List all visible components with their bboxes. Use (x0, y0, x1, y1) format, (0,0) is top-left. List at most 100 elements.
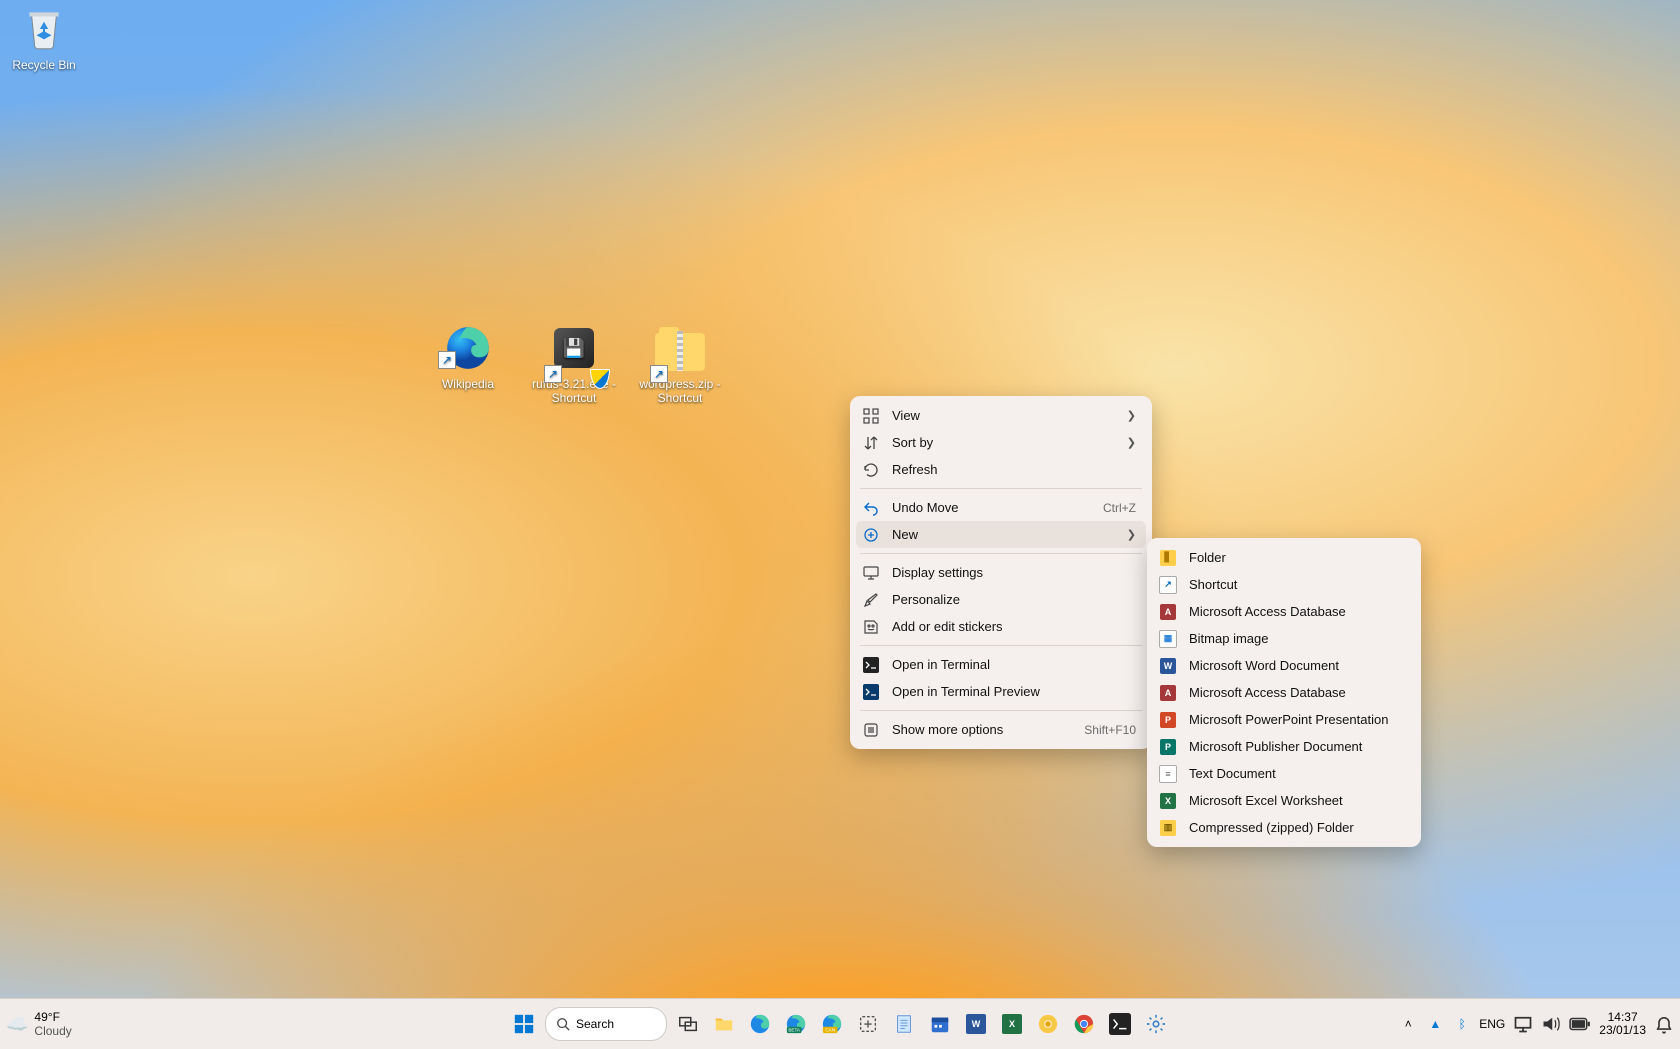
chrome-canary-icon (1037, 1013, 1059, 1035)
submenu-item-folder[interactable]: ▋ Folder (1153, 544, 1415, 571)
tray-notifications[interactable] (1654, 1009, 1674, 1039)
access-icon: A (1159, 684, 1177, 702)
weather-icon: ☁️ (6, 1014, 28, 1035)
refresh-icon (862, 461, 880, 479)
taskbar-task-view[interactable] (673, 1009, 703, 1039)
tray-onedrive[interactable]: ▲ (1425, 1009, 1445, 1039)
submenu-item-shortcut[interactable]: ↗ Shortcut (1153, 571, 1415, 598)
submenu-item-excel[interactable]: X Microsoft Excel Worksheet (1153, 787, 1415, 814)
desktop-icon-wikipedia[interactable]: ↗ Wikipedia (424, 323, 512, 391)
sort-icon (862, 434, 880, 452)
zip-icon: ▥ (1159, 819, 1177, 837)
folder-icon: ▋ (1159, 549, 1177, 567)
submenu-item-powerpoint[interactable]: P Microsoft PowerPoint Presentation (1153, 706, 1415, 733)
powerpoint-icon: P (1159, 711, 1177, 729)
tray-battery[interactable] (1569, 1009, 1591, 1039)
submenu-item-publisher[interactable]: P Microsoft Publisher Document (1153, 733, 1415, 760)
submenu-item-access-db-2[interactable]: A Microsoft Access Database (1153, 679, 1415, 706)
taskbar-calendar[interactable] (925, 1009, 955, 1039)
desktop[interactable]: Recycle Bin ↗ Wikipedia 💾 ↗ rufus-3.21.e… (0, 0, 1680, 1049)
menu-item-personalize[interactable]: Personalize (856, 586, 1146, 613)
shortcut-icon: ↗ (1159, 576, 1177, 594)
chevron-up-icon: ˄ (1405, 1017, 1412, 1031)
menu-item-open-terminal[interactable]: Open in Terminal (856, 651, 1146, 678)
chrome-icon (1073, 1013, 1095, 1035)
menu-item-show-more-options[interactable]: Show more options Shift+F10 (856, 716, 1146, 743)
taskbar-edge-canary[interactable]: CAN (817, 1009, 847, 1039)
desktop-icon-recycle-bin[interactable]: Recycle Bin (0, 4, 88, 72)
tray-clock[interactable]: 14:37 23/01/13 (1599, 1011, 1646, 1037)
taskbar-terminal[interactable] (1105, 1009, 1135, 1039)
snip-icon (857, 1013, 879, 1035)
menu-item-open-terminal-preview[interactable]: Open in Terminal Preview (856, 678, 1146, 705)
search-label: Search (576, 1017, 614, 1031)
notepad-icon (893, 1013, 915, 1035)
excel-icon: X (1002, 1014, 1022, 1034)
taskbar-snipping-tool[interactable] (853, 1009, 883, 1039)
submenu-item-word[interactable]: W Microsoft Word Document (1153, 652, 1415, 679)
shortcut-arrow-icon: ↗ (650, 365, 668, 383)
recycle-bin-icon (19, 4, 69, 54)
desktop-icon-label: Recycle Bin (0, 58, 88, 72)
svg-text:CAN: CAN (825, 1027, 835, 1032)
sticker-icon (862, 618, 880, 636)
bitmap-icon: ▦ (1159, 630, 1177, 648)
taskbar-date: 23/01/13 (1599, 1024, 1646, 1037)
tray-bluetooth[interactable]: ᛒ (1453, 1009, 1471, 1039)
menu-item-new[interactable]: New ❯ (856, 521, 1146, 548)
menu-item-undo-move[interactable]: Undo Move Ctrl+Z (856, 494, 1146, 521)
menu-item-view[interactable]: View ❯ (856, 402, 1146, 429)
submenu-item-bitmap[interactable]: ▦ Bitmap image (1153, 625, 1415, 652)
desktop-icon-wordpress-zip[interactable]: ↗ wordpress.zip - Shortcut (636, 323, 724, 405)
tray-network[interactable] (1513, 1009, 1533, 1039)
terminal-preview-icon (862, 683, 880, 701)
svg-text:BETA: BETA (788, 1027, 801, 1032)
chevron-right-icon: ❯ (1127, 436, 1136, 449)
menu-item-add-stickers[interactable]: Add or edit stickers (856, 613, 1146, 640)
weather-temp: 49°F (34, 1010, 71, 1024)
edge-icon (749, 1013, 771, 1035)
desktop-icon-rufus[interactable]: 💾 ↗ rufus-3.21.exe - Shortcut (530, 323, 618, 405)
gear-icon (1145, 1013, 1167, 1035)
edge-canary-icon: CAN (821, 1013, 843, 1035)
chevron-right-icon: ❯ (1127, 528, 1136, 541)
taskbar-weather[interactable]: ☁️ 49°F Cloudy (6, 1010, 72, 1038)
taskbar-notepad[interactable] (889, 1009, 919, 1039)
menu-item-display-settings[interactable]: Display settings (856, 559, 1146, 586)
shortcut-arrow-icon: ↗ (438, 351, 456, 369)
calendar-icon (929, 1013, 951, 1035)
terminal-icon (1109, 1013, 1131, 1035)
task-view-icon (677, 1013, 699, 1035)
edge-beta-icon: BETA (785, 1013, 807, 1035)
submenu-item-text[interactable]: ≡ Text Document (1153, 760, 1415, 787)
brush-icon (862, 591, 880, 609)
menu-item-refresh[interactable]: Refresh (856, 456, 1146, 483)
taskbar-chrome-canary[interactable] (1033, 1009, 1063, 1039)
taskbar-settings[interactable] (1141, 1009, 1171, 1039)
taskbar-file-explorer[interactable] (709, 1009, 739, 1039)
bell-icon (1654, 1013, 1674, 1035)
tray-chevron-up[interactable]: ˄ (1399, 1009, 1417, 1039)
submenu-item-zip[interactable]: ▥ Compressed (zipped) Folder (1153, 814, 1415, 841)
excel-icon: X (1159, 792, 1177, 810)
start-button[interactable] (509, 1009, 539, 1039)
taskbar-excel[interactable]: X (997, 1009, 1027, 1039)
taskbar-edge-beta[interactable]: BETA (781, 1009, 811, 1039)
taskbar-word[interactable]: W (961, 1009, 991, 1039)
context-menu: View ❯ Sort by ❯ Refresh Undo Move Ctrl+… (850, 396, 1152, 749)
menu-item-sort-by[interactable]: Sort by ❯ (856, 429, 1146, 456)
tray-volume[interactable] (1541, 1009, 1561, 1039)
weather-desc: Cloudy (34, 1024, 71, 1038)
undo-icon (862, 499, 880, 517)
submenu-item-access-db[interactable]: A Microsoft Access Database (1153, 598, 1415, 625)
taskbar-search[interactable]: Search (545, 1007, 667, 1041)
tray-language[interactable]: ENG (1479, 1017, 1505, 1031)
access-icon: A (1159, 603, 1177, 621)
taskbar-edge[interactable] (745, 1009, 775, 1039)
taskbar-chrome[interactable] (1069, 1009, 1099, 1039)
word-icon: W (1159, 657, 1177, 675)
volume-icon (1541, 1013, 1561, 1035)
network-icon (1513, 1013, 1533, 1035)
battery-icon (1569, 1013, 1591, 1035)
more-options-icon (862, 721, 880, 739)
